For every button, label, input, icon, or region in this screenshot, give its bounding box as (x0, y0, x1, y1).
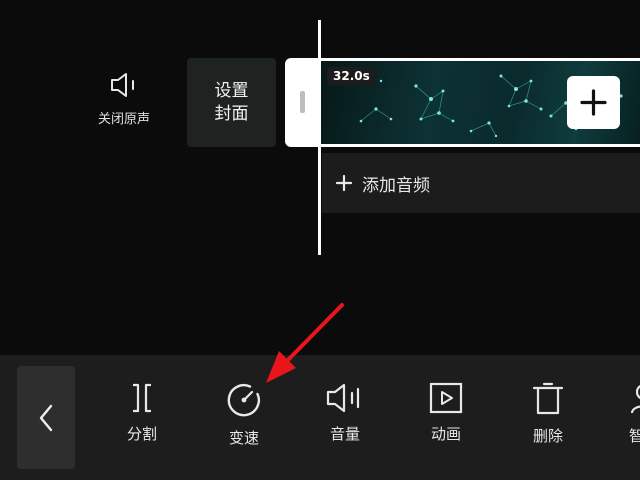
add-audio-button[interactable]: 添加音频 (322, 153, 640, 213)
smart-button[interactable]: 智能 (612, 382, 640, 446)
split-label: 分割 (126, 425, 157, 443)
animation-button[interactable]: 动画 (414, 382, 478, 444)
mute-label: 关闭原声 (97, 112, 150, 127)
smart-icon (630, 384, 640, 414)
speaker-icon (111, 73, 134, 97)
delete-label: 删除 (532, 427, 563, 445)
clip-duration-badge: 32.0s (327, 67, 376, 85)
volume-button[interactable]: 音量 (313, 382, 377, 444)
chevron-left-icon (39, 404, 53, 431)
clip-trim-handle[interactable] (285, 58, 321, 147)
split-button[interactable]: 分割 (110, 382, 174, 444)
animation-icon (429, 382, 463, 414)
volume-icon (326, 383, 360, 413)
trim-grip-icon (300, 91, 305, 113)
split-icon (133, 383, 151, 413)
cover-label-line2: 封面 (214, 103, 249, 124)
plus-icon (336, 175, 352, 191)
back-button[interactable] (17, 366, 75, 469)
cover-label-line1: 设置 (214, 80, 249, 101)
delete-button[interactable]: 删除 (516, 382, 580, 446)
plus-icon (580, 89, 607, 116)
speed-icon (227, 383, 261, 417)
volume-label: 音量 (329, 425, 360, 443)
smart-label: 智能 (628, 427, 640, 445)
animation-label: 动画 (430, 425, 461, 443)
add-clip-button[interactable] (567, 76, 620, 129)
add-audio-label: 添加音频 (362, 175, 430, 196)
speed-label: 变速 (228, 429, 259, 447)
set-cover-button[interactable]: 设置 封面 (187, 58, 276, 147)
speed-button[interactable]: 变速 (212, 382, 276, 448)
playhead[interactable] (318, 20, 321, 255)
delete-icon (532, 382, 564, 415)
mute-original-sound-button[interactable]: 关闭原声 (88, 72, 160, 142)
